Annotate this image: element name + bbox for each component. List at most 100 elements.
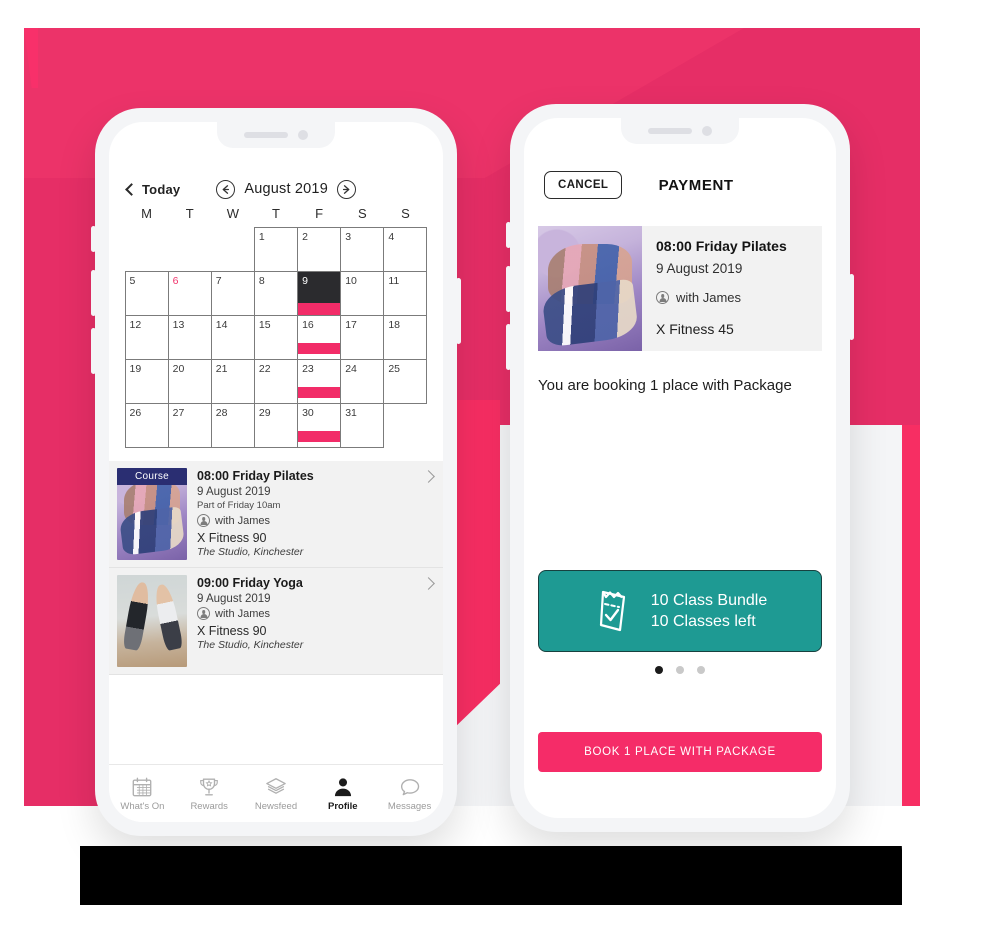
phone-right-payment: CANCEL PAYMENT 08:00 Friday Pilates 9 Au… xyxy=(506,104,854,832)
calendar-day-number: 17 xyxy=(345,318,357,331)
calendar-day-19[interactable]: 19 xyxy=(124,358,169,404)
event-card[interactable]: 09:00 Friday Yoga 9 August 2019 with James… xyxy=(109,568,443,675)
calendar-day-number: 20 xyxy=(172,362,185,375)
calendar-day-4[interactable]: 4 xyxy=(383,226,428,272)
speaker-grille-icon xyxy=(244,132,288,138)
calendar-day-25[interactable]: 25 xyxy=(383,358,428,404)
calendar-day-17[interactable]: 17 xyxy=(340,314,385,360)
front-camera-icon xyxy=(702,126,712,136)
arrow-right-circle-icon xyxy=(342,184,350,194)
calendar-day-23[interactable]: 23 xyxy=(297,358,342,404)
carousel-dots[interactable] xyxy=(524,666,836,674)
calendar-day-30[interactable]: 30 xyxy=(297,402,342,448)
phone-side-button-volume-up xyxy=(91,270,96,316)
calendar-day-header-0: M xyxy=(141,206,152,221)
carousel-dot-3[interactable] xyxy=(697,666,705,674)
nav-item-profile[interactable]: Profile xyxy=(309,776,376,812)
person-icon xyxy=(332,776,354,798)
event-open-button[interactable] xyxy=(422,468,435,560)
bottom-navigation-bar[interactable]: What's On Rewards Newsfeed Profile Messages xyxy=(109,764,443,822)
calendar-day-20[interactable]: 20 xyxy=(167,358,212,404)
calendar-grid[interactable]: 1 2 3 4 5 6 7 8 9 10 11 12 13 14 15 16 17 18 19 20 21 22 23 24 2… xyxy=(109,226,443,448)
calendar-day-2[interactable]: 2 xyxy=(297,226,342,272)
calendar-day-number: 3 xyxy=(345,230,352,243)
carousel-dot-2[interactable] xyxy=(676,666,684,674)
calendar-day-22[interactable]: 22 xyxy=(253,358,299,404)
event-thumbnail xyxy=(117,575,187,667)
prev-month-button[interactable] xyxy=(216,179,236,199)
nav-item-messages[interactable]: Messages xyxy=(376,776,443,812)
calendar-day-24[interactable]: 24 xyxy=(340,358,385,404)
calendar-day-number: 29 xyxy=(258,406,271,419)
booking-thumbnail xyxy=(538,226,642,351)
calendar-day-5[interactable]: 5 xyxy=(124,270,169,316)
package-option-card[interactable]: 10 Class Bundle 10 Classes left xyxy=(538,570,822,652)
calendar-day-14[interactable]: 14 xyxy=(210,314,255,360)
event-fitness-level: X Fitness 90 xyxy=(197,531,267,545)
calendar-day-15[interactable]: 15 xyxy=(253,314,299,360)
calendar-day-header-5: S xyxy=(357,206,367,221)
calendar-day-6[interactable]: 6 xyxy=(167,270,212,316)
composition-stage: Today August 2019 M T W T F S S 1 2 3 4 … xyxy=(0,0,1000,940)
booking-instructor-label: with James xyxy=(676,290,742,305)
calendar-event-marker xyxy=(298,342,341,354)
calendar-day-number: 22 xyxy=(258,362,271,375)
phone-side-button-volume-down xyxy=(91,328,96,374)
nav-item-rewards[interactable]: Rewards xyxy=(176,776,243,812)
calendar-day-13[interactable]: 13 xyxy=(167,314,212,360)
event-date: 9 August 2019 xyxy=(197,486,271,498)
event-instructor: with James xyxy=(197,607,414,620)
background-pink-right-edge xyxy=(902,425,920,845)
calendar-cell-blank xyxy=(211,227,255,272)
calendar-day-number: 21 xyxy=(215,362,228,375)
ticket-check-icon xyxy=(599,590,625,632)
phone-side-button-volume-down xyxy=(506,324,511,370)
speaker-grille-icon xyxy=(648,128,692,134)
calendar-day-21[interactable]: 21 xyxy=(210,358,255,404)
calendar-day-header-2: W xyxy=(226,206,239,221)
calendar-day-11[interactable]: 11 xyxy=(383,270,428,316)
event-card[interactable]: Course 08:00 Friday Pilates 9 August 2019 P… xyxy=(109,461,443,568)
package-text: 10 Class Bundle 10 Classes left xyxy=(651,590,768,633)
book-place-button[interactable]: BOOK 1 PLACE WITH PACKAGE xyxy=(538,732,822,772)
calendar-day-9[interactable]: 9 xyxy=(297,270,342,316)
calendar-day-28[interactable]: 28 xyxy=(210,402,255,448)
phone-side-button-mute xyxy=(91,226,96,252)
calendar-day-1[interactable]: 1 xyxy=(253,226,299,272)
event-location: The Studio, Kinchester xyxy=(197,546,304,558)
nav-item-what-s-on[interactable]: What's On xyxy=(109,776,176,812)
cancel-button[interactable]: CANCEL xyxy=(544,171,623,199)
calendar-day-number: 15 xyxy=(258,318,271,331)
chevron-right-icon xyxy=(422,470,435,483)
calendar-day-12[interactable]: 12 xyxy=(124,314,169,360)
calendar-day-number: 12 xyxy=(129,318,142,331)
calendar-day-number: 27 xyxy=(172,406,185,419)
package-name: 10 Class Bundle xyxy=(650,591,768,609)
event-part-of: Part of Friday 10am xyxy=(197,500,281,511)
calendar-day-number: 30 xyxy=(302,406,314,419)
calendar-day-31[interactable]: 31 xyxy=(340,402,385,448)
today-back-button[interactable]: Today xyxy=(125,182,180,197)
nav-item-label: Rewards xyxy=(190,800,228,812)
booking-note: You are booking 1 place with Package xyxy=(538,377,792,394)
nav-item-newsfeed[interactable]: Newsfeed xyxy=(243,776,310,812)
calendar-day-10[interactable]: 10 xyxy=(340,270,385,316)
calendar-day-29[interactable]: 29 xyxy=(253,402,299,448)
calendar-day-7[interactable]: 7 xyxy=(210,270,255,316)
calendar-event-marker xyxy=(298,430,341,442)
calendar-day-18[interactable]: 18 xyxy=(383,314,428,360)
calendar-day-number: 8 xyxy=(258,274,265,287)
calendar-day-8[interactable]: 8 xyxy=(253,270,299,316)
calendar-day-number: 25 xyxy=(388,362,401,375)
calendar-day-27[interactable]: 27 xyxy=(167,402,212,448)
carousel-dot-1[interactable] xyxy=(655,666,663,674)
calendar-cell-blank xyxy=(125,227,169,272)
calendar-day-16[interactable]: 16 xyxy=(297,314,342,360)
event-fitness-level: X Fitness 90 xyxy=(197,624,267,638)
event-instructor-label: with James xyxy=(215,514,271,527)
event-open-button[interactable] xyxy=(422,575,435,667)
calendar-day-3[interactable]: 3 xyxy=(340,226,385,272)
calendar-day-26[interactable]: 26 xyxy=(124,402,169,448)
background-pink-strip xyxy=(452,400,500,730)
next-month-button[interactable] xyxy=(336,179,356,199)
